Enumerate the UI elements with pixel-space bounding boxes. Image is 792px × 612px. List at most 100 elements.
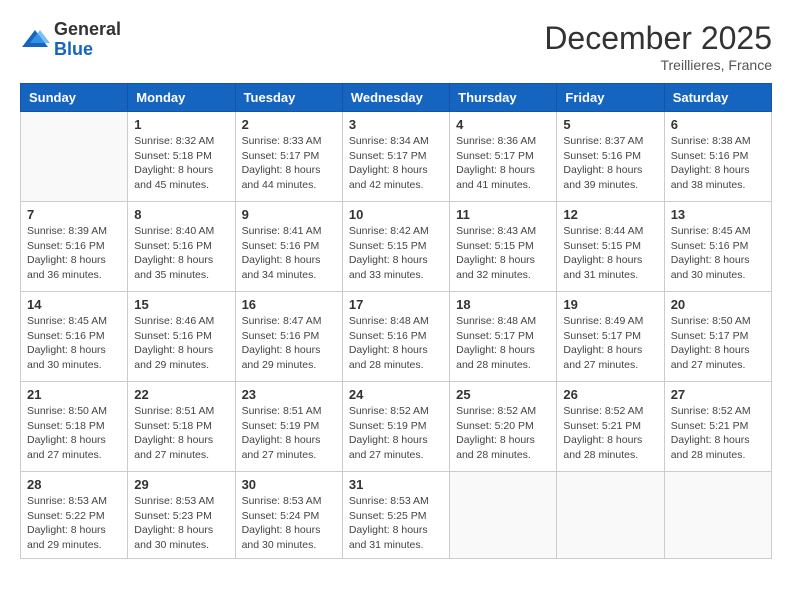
calendar-cell: 11 Sunrise: 8:43 AMSunset: 5:15 PMDayligh… [450, 202, 557, 292]
day-info: Sunrise: 8:42 AMSunset: 5:15 PMDaylight:… [349, 224, 443, 283]
day-header-sunday: Sunday [21, 84, 128, 112]
day-info: Sunrise: 8:44 AMSunset: 5:15 PMDaylight:… [563, 224, 657, 283]
calendar-header: SundayMondayTuesdayWednesdayThursdayFrid… [21, 84, 772, 112]
day-number: 25 [456, 387, 550, 402]
calendar-cell [21, 112, 128, 202]
logo-icon [20, 25, 50, 55]
calendar-cell: 1 Sunrise: 8:32 AMSunset: 5:18 PMDaylight… [128, 112, 235, 202]
calendar-cell: 23 Sunrise: 8:51 AMSunset: 5:19 PMDayligh… [235, 382, 342, 472]
day-info: Sunrise: 8:43 AMSunset: 5:15 PMDaylight:… [456, 224, 550, 283]
day-header-saturday: Saturday [664, 84, 771, 112]
day-info: Sunrise: 8:34 AMSunset: 5:17 PMDaylight:… [349, 134, 443, 193]
calendar-cell [664, 472, 771, 559]
calendar-cell: 10 Sunrise: 8:42 AMSunset: 5:15 PMDayligh… [342, 202, 449, 292]
week-row-1: 1 Sunrise: 8:32 AMSunset: 5:18 PMDaylight… [21, 112, 772, 202]
day-info: Sunrise: 8:37 AMSunset: 5:16 PMDaylight:… [563, 134, 657, 193]
day-number: 4 [456, 117, 550, 132]
day-number: 12 [563, 207, 657, 222]
day-number: 17 [349, 297, 443, 312]
day-number: 14 [27, 297, 121, 312]
day-number: 9 [242, 207, 336, 222]
title-section: December 2025 Treillieres, France [544, 20, 772, 73]
day-number: 21 [27, 387, 121, 402]
day-info: Sunrise: 8:53 AMSunset: 5:22 PMDaylight:… [27, 494, 121, 553]
calendar-cell: 20 Sunrise: 8:50 AMSunset: 5:17 PMDayligh… [664, 292, 771, 382]
day-info: Sunrise: 8:49 AMSunset: 5:17 PMDaylight:… [563, 314, 657, 373]
day-number: 18 [456, 297, 550, 312]
day-header-monday: Monday [128, 84, 235, 112]
month-title: December 2025 [544, 20, 772, 57]
calendar-cell: 17Sunrise: 8:48 AMSunset: 5:16 PMDayligh… [342, 292, 449, 382]
calendar-cell: 7 Sunrise: 8:39 AMSunset: 5:16 PMDaylight… [21, 202, 128, 292]
day-number: 1 [134, 117, 228, 132]
calendar-cell: 9 Sunrise: 8:41 AMSunset: 5:16 PMDaylight… [235, 202, 342, 292]
day-number: 31 [349, 477, 443, 492]
calendar-cell: 29Sunrise: 8:53 AMSunset: 5:23 PMDayligh… [128, 472, 235, 559]
day-number: 13 [671, 207, 765, 222]
calendar-table: SundayMondayTuesdayWednesdayThursdayFrid… [20, 83, 772, 559]
day-number: 16 [242, 297, 336, 312]
calendar-body: 1 Sunrise: 8:32 AMSunset: 5:18 PMDaylight… [21, 112, 772, 559]
week-row-4: 21 Sunrise: 8:50 AMSunset: 5:18 PMDayligh… [21, 382, 772, 472]
calendar-cell: 22 Sunrise: 8:51 AMSunset: 5:18 PMDayligh… [128, 382, 235, 472]
day-header-friday: Friday [557, 84, 664, 112]
logo-blue: Blue [54, 40, 121, 60]
day-info: Sunrise: 8:48 AMSunset: 5:17 PMDaylight:… [456, 314, 550, 373]
day-info: Sunrise: 8:46 AMSunset: 5:16 PMDaylight:… [134, 314, 228, 373]
day-info: Sunrise: 8:36 AMSunset: 5:17 PMDaylight:… [456, 134, 550, 193]
calendar-cell: 4 Sunrise: 8:36 AMSunset: 5:17 PMDaylight… [450, 112, 557, 202]
day-number: 24 [349, 387, 443, 402]
calendar-cell: 28 Sunrise: 8:53 AMSunset: 5:22 PMDayligh… [21, 472, 128, 559]
day-number: 7 [27, 207, 121, 222]
calendar-cell: 13 Sunrise: 8:45 AMSunset: 5:16 PMDayligh… [664, 202, 771, 292]
calendar-cell: 8Sunrise: 8:40 AMSunset: 5:16 PMDaylight… [128, 202, 235, 292]
day-number: 30 [242, 477, 336, 492]
day-info: Sunrise: 8:40 AMSunset: 5:16 PMDaylight:… [134, 224, 228, 283]
day-number: 11 [456, 207, 550, 222]
day-info: Sunrise: 8:41 AMSunset: 5:16 PMDaylight:… [242, 224, 336, 283]
day-number: 15 [134, 297, 228, 312]
calendar-cell: 15 Sunrise: 8:46 AMSunset: 5:16 PMDayligh… [128, 292, 235, 382]
calendar-cell [557, 472, 664, 559]
day-info: Sunrise: 8:50 AMSunset: 5:17 PMDaylight:… [671, 314, 765, 373]
calendar-cell: 30 Sunrise: 8:53 AMSunset: 5:24 PMDayligh… [235, 472, 342, 559]
calendar-cell: 6Sunrise: 8:38 AMSunset: 5:16 PMDaylight… [664, 112, 771, 202]
day-number: 20 [671, 297, 765, 312]
day-header-wednesday: Wednesday [342, 84, 449, 112]
logo: General Blue [20, 20, 121, 60]
calendar-cell: 26Sunrise: 8:52 AMSunset: 5:21 PMDayligh… [557, 382, 664, 472]
calendar-cell: 24 Sunrise: 8:52 AMSunset: 5:19 PMDayligh… [342, 382, 449, 472]
day-info: Sunrise: 8:32 AMSunset: 5:18 PMDaylight:… [134, 134, 228, 193]
week-row-2: 7 Sunrise: 8:39 AMSunset: 5:16 PMDaylight… [21, 202, 772, 292]
day-info: Sunrise: 8:53 AMSunset: 5:24 PMDaylight:… [242, 494, 336, 553]
calendar-cell: 18 Sunrise: 8:48 AMSunset: 5:17 PMDayligh… [450, 292, 557, 382]
day-info: Sunrise: 8:53 AMSunset: 5:23 PMDaylight:… [134, 494, 228, 553]
calendar-cell [450, 472, 557, 559]
calendar-cell: 25Sunrise: 8:52 AMSunset: 5:20 PMDayligh… [450, 382, 557, 472]
calendar-cell: 3Sunrise: 8:34 AMSunset: 5:17 PMDaylight… [342, 112, 449, 202]
day-number: 22 [134, 387, 228, 402]
calendar-cell: 12 Sunrise: 8:44 AMSunset: 5:15 PMDayligh… [557, 202, 664, 292]
day-number: 2 [242, 117, 336, 132]
day-number: 23 [242, 387, 336, 402]
day-info: Sunrise: 8:52 AMSunset: 5:21 PMDaylight:… [563, 404, 657, 463]
day-info: Sunrise: 8:53 AMSunset: 5:25 PMDaylight:… [349, 494, 443, 553]
week-row-3: 14 Sunrise: 8:45 AMSunset: 5:16 PMDayligh… [21, 292, 772, 382]
day-number: 27 [671, 387, 765, 402]
day-info: Sunrise: 8:51 AMSunset: 5:19 PMDaylight:… [242, 404, 336, 463]
calendar-cell: 5 Sunrise: 8:37 AMSunset: 5:16 PMDaylight… [557, 112, 664, 202]
day-number: 5 [563, 117, 657, 132]
day-info: Sunrise: 8:45 AMSunset: 5:16 PMDaylight:… [671, 224, 765, 283]
calendar-cell: 21 Sunrise: 8:50 AMSunset: 5:18 PMDayligh… [21, 382, 128, 472]
day-number: 10 [349, 207, 443, 222]
day-number: 19 [563, 297, 657, 312]
day-number: 28 [27, 477, 121, 492]
calendar-cell: 2Sunrise: 8:33 AMSunset: 5:17 PMDaylight… [235, 112, 342, 202]
day-info: Sunrise: 8:39 AMSunset: 5:16 PMDaylight:… [27, 224, 121, 283]
day-header-thursday: Thursday [450, 84, 557, 112]
day-info: Sunrise: 8:51 AMSunset: 5:18 PMDaylight:… [134, 404, 228, 463]
day-info: Sunrise: 8:52 AMSunset: 5:19 PMDaylight:… [349, 404, 443, 463]
day-info: Sunrise: 8:45 AMSunset: 5:16 PMDaylight:… [27, 314, 121, 373]
day-info: Sunrise: 8:50 AMSunset: 5:18 PMDaylight:… [27, 404, 121, 463]
calendar-cell: 19 Sunrise: 8:49 AMSunset: 5:17 PMDayligh… [557, 292, 664, 382]
